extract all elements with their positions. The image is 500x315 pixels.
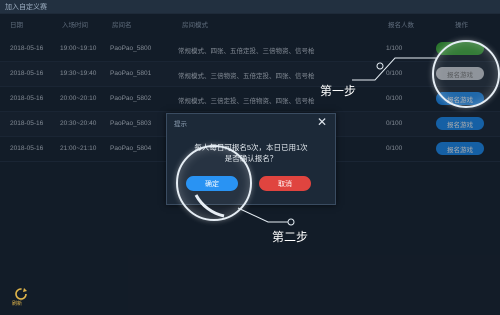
step2-label: 第二步	[272, 230, 309, 244]
step2-magnifier	[176, 145, 252, 221]
refresh-label: 刷新	[12, 301, 23, 307]
title-bar: 加入自定义赛	[0, 0, 500, 14]
step1-label: 第一步	[320, 84, 357, 98]
dialog-title: 提示	[174, 121, 187, 128]
window-title: 加入自定义赛	[5, 4, 47, 11]
refresh-icon[interactable]	[14, 287, 28, 301]
custom-match-window: 加入自定义赛 日期 入场时间 房间名 房间模式 报名人数 操作 2018-05-…	[0, 0, 500, 315]
cancel-button[interactable]: 取消	[259, 176, 311, 191]
step1-magnifier	[432, 40, 500, 108]
close-icon[interactable]: ✕	[317, 115, 327, 129]
